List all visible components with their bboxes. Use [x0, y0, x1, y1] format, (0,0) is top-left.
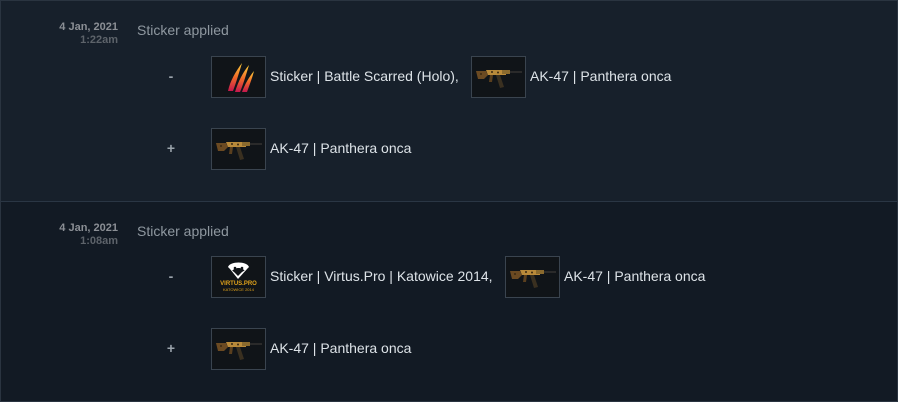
lost-item[interactable]: VIRTUS.PRO KATOWICE 2014 Sticker | Virtu… — [211, 256, 501, 298]
gained-items-sign: + — [166, 140, 176, 156]
item-name: AK-47 | Panthera onca — [530, 68, 672, 84]
lost-item[interactable]: AK-47 | Panthera onca — [471, 56, 691, 98]
lost-items-sign: - — [168, 268, 174, 284]
lost-item[interactable]: AK-47 | Panthera onca — [505, 256, 725, 298]
ak47-icon[interactable] — [505, 256, 560, 298]
virtus-pro-sticker-icon[interactable]: VIRTUS.PRO KATOWICE 2014 — [211, 256, 266, 298]
item-name: AK-47 | Panthera onca — [564, 268, 706, 284]
lost-items-sign: - — [168, 68, 174, 84]
gained-item[interactable]: AK-47 | Panthera onca — [211, 328, 431, 370]
battle-scarred-sticker-icon[interactable] — [211, 56, 266, 98]
entry-description: Sticker applied — [137, 22, 229, 38]
entry-time: 1:08am — [80, 235, 118, 247]
item-name: AK-47 | Panthera onca — [270, 340, 412, 356]
history-panel: 4 Jan, 2021 1:22am Sticker applied - Sti… — [0, 0, 898, 402]
entry-time: 1:22am — [80, 34, 118, 46]
item-name: AK-47 | Panthera onca — [270, 140, 412, 156]
ak47-icon[interactable] — [211, 128, 266, 170]
history-entry: 4 Jan, 2021 1:08am Sticker applied - VIR… — [1, 202, 897, 401]
entry-date: 4 Jan, 2021 — [59, 222, 118, 234]
history-entry: 4 Jan, 2021 1:22am Sticker applied - Sti… — [1, 1, 897, 202]
virtus-pro-logo-subtext: KATOWICE 2014 — [223, 287, 254, 292]
lost-item[interactable]: Sticker | Battle Scarred (Holo), — [211, 56, 471, 98]
gained-items-sign: + — [166, 340, 176, 356]
ak47-icon[interactable] — [211, 328, 266, 370]
item-separator: , — [454, 68, 459, 84]
item-name: Sticker | Battle Scarred (Holo) — [270, 68, 455, 84]
entry-date: 4 Jan, 2021 — [59, 21, 118, 33]
entry-description: Sticker applied — [137, 223, 229, 239]
ak47-icon[interactable] — [471, 56, 526, 98]
gained-item[interactable]: AK-47 | Panthera onca — [211, 128, 431, 170]
item-separator: , — [488, 268, 493, 284]
item-name: Sticker | Virtus.Pro | Katowice 2014 — [270, 268, 489, 284]
